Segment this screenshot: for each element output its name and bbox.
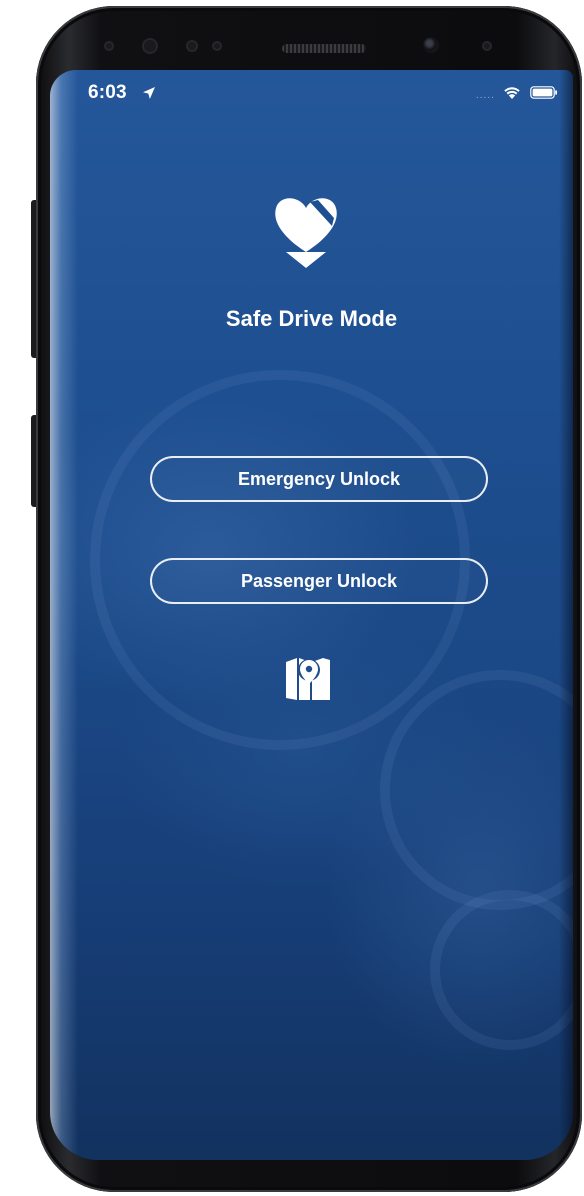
passenger-unlock-label: Passenger Unlock [240,570,398,591]
status-bar: 6:03 ..... [50,82,573,106]
passenger-unlock-button[interactable]: Passenger Unlock [150,558,488,604]
screen-edge-highlight [50,70,78,1160]
heart-shield-icon [275,198,337,268]
sensor-dot [186,40,198,52]
emergency-unlock-label: Emergency Unlock [237,468,401,489]
app-screen: 6:03 ..... Safe Drive Mode Emergency Unl… [50,70,573,1160]
wifi-icon [504,87,520,99]
screen-edge-shadow [559,70,573,1160]
earpiece-speaker [282,44,366,53]
sensor-dot [212,41,222,51]
front-camera [423,37,439,53]
sensor-dot [142,38,158,54]
status-time: 6:03 [88,82,127,103]
background-gauge [380,670,573,910]
device-mockup: 6:03 ..... Safe Drive Mode Emergency Unl… [0,0,584,1196]
emergency-unlock-button[interactable]: Emergency Unlock [150,456,488,502]
battery-icon [530,86,557,99]
sensor-dot [104,41,114,51]
background-gauge [430,890,573,1050]
map-location-icon[interactable] [283,654,333,704]
cellular-signal-icon: ..... [476,90,495,101]
sensor-dot [482,41,492,51]
location-arrow-icon [143,87,155,99]
app-title: Safe Drive Mode [225,306,398,331]
